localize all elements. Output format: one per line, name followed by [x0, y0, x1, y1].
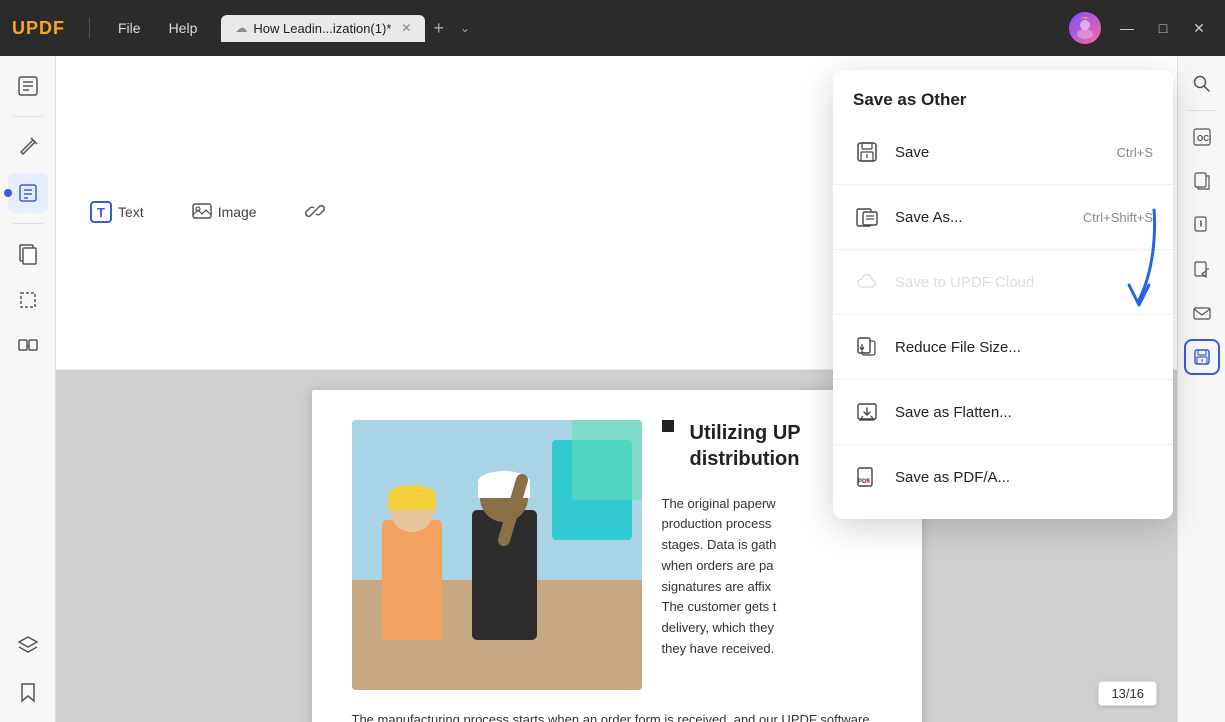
right-divider-1 [1188, 110, 1216, 111]
maximize-button[interactable]: □ [1149, 14, 1177, 42]
pdf-page: Utilizing UPdistribution The original pa… [312, 390, 922, 722]
active-indicator [4, 189, 12, 197]
save-divider-4 [833, 379, 1173, 380]
nav-help[interactable]: Help [157, 16, 210, 40]
flatten-icon [853, 398, 881, 426]
link-icon [305, 201, 325, 224]
cloud-icon [853, 268, 881, 296]
save-as-icon [853, 203, 881, 231]
titlebar-nav: File Help [106, 16, 209, 40]
sidebar-reader-icon[interactable] [8, 66, 48, 106]
toolbar-image-button[interactable]: Image [178, 195, 271, 230]
right-share-icon[interactable] [1184, 251, 1220, 287]
sidebar-layers-icon[interactable] [8, 626, 48, 666]
save-as-label: Save As... [895, 209, 1069, 226]
save-panel: Save as Other Save Ctrl+S Save As... Ctr… [833, 70, 1173, 519]
sidebar-divider-2 [13, 223, 43, 224]
user-avatar[interactable] [1069, 12, 1101, 44]
sidebar-divider-1 [13, 116, 43, 117]
close-button[interactable]: ✕ [1185, 14, 1213, 42]
app-logo: UPDF [12, 18, 65, 39]
sidebar-annotate-icon[interactable] [8, 127, 48, 167]
tab-close-button[interactable]: ✕ [401, 21, 411, 35]
reduce-label: Reduce File Size... [895, 339, 1153, 356]
pdf-image [352, 420, 642, 690]
window-controls: — □ ✕ [1113, 14, 1213, 42]
cloud-label: Save to UPDF Cloud [895, 274, 1153, 291]
nav-file[interactable]: File [106, 16, 153, 40]
sidebar-edit-icon[interactable] [8, 173, 48, 213]
reduce-icon [853, 333, 881, 361]
minimize-button[interactable]: — [1113, 14, 1141, 42]
right-save-icon[interactable] [1184, 339, 1220, 375]
right-search-icon[interactable] [1184, 66, 1220, 102]
main-area: T Text Image [0, 56, 1225, 722]
flatten-label: Save as Flatten... [895, 404, 1153, 421]
new-tab-button[interactable]: + [425, 18, 452, 39]
save-option-reduce[interactable]: Reduce File Size... [833, 321, 1173, 373]
save-option-pdfa[interactable]: PDF/A Save as PDF/A... [833, 451, 1173, 503]
save-divider-3 [833, 314, 1173, 315]
save-label: Save [895, 144, 1103, 161]
text-icon: T [90, 201, 112, 223]
titlebar: UPDF File Help ☁ How Leadin...ization(1)… [0, 0, 1225, 56]
right-ocr-icon[interactable]: OCR [1184, 119, 1220, 155]
pdfa-label: Save as PDF/A... [895, 469, 1153, 486]
save-option-save-as[interactable]: Save As... Ctrl+Shift+S [833, 191, 1173, 243]
tab-label: How Leadin...ization(1)* [253, 21, 391, 36]
save-option-cloud: Save to UPDF Cloud [833, 256, 1173, 308]
pdfa-icon: PDF/A [853, 463, 881, 491]
tab-bar: ☁ How Leadin...ization(1)* ✕ + ⌄ [221, 15, 1057, 42]
save-divider-5 [833, 444, 1173, 445]
tab-cloud-icon: ☁ [235, 21, 247, 35]
image-label: Image [218, 204, 257, 220]
save-shortcut: Ctrl+S [1117, 145, 1153, 160]
left-sidebar [0, 56, 56, 722]
text-label: Text [118, 204, 144, 220]
sidebar-pages-icon[interactable] [8, 234, 48, 274]
page-counter: 13/16 [1098, 681, 1157, 706]
save-divider-1 [833, 184, 1173, 185]
right-mail-icon[interactable] [1184, 295, 1220, 331]
sidebar-crop-icon[interactable] [8, 280, 48, 320]
toolbar-link-button[interactable] [291, 195, 339, 230]
save-divider-2 [833, 249, 1173, 250]
right-export-doc-icon[interactable] [1184, 163, 1220, 199]
svg-text:/A: /A [865, 479, 870, 485]
separator [89, 18, 90, 38]
pdf-heading: Utilizing UPdistribution [690, 420, 801, 472]
save-icon [853, 138, 881, 166]
tab-overflow-button[interactable]: ⌄ [452, 21, 478, 35]
pdf-bottom: The manufacturing process starts when an… [352, 710, 882, 722]
image-icon [192, 201, 212, 224]
sidebar-combine-icon[interactable] [8, 326, 48, 366]
active-tab[interactable]: ☁ How Leadin...ization(1)* ✕ [221, 15, 425, 42]
right-sidebar: OCR [1177, 56, 1225, 722]
toolbar-text-button[interactable]: T Text [76, 195, 158, 229]
svg-text:OCR: OCR [1197, 134, 1211, 143]
right-secure-icon[interactable] [1184, 207, 1220, 243]
save-option-flatten[interactable]: Save as Flatten... [833, 386, 1173, 438]
sidebar-bookmark-icon[interactable] [8, 672, 48, 712]
save-as-shortcut: Ctrl+Shift+S [1083, 210, 1153, 225]
save-panel-title: Save as Other [833, 86, 1173, 126]
bullet [662, 420, 674, 432]
save-option-save[interactable]: Save Ctrl+S [833, 126, 1173, 178]
pdf-image-block: Utilizing UPdistribution The original pa… [352, 420, 882, 690]
